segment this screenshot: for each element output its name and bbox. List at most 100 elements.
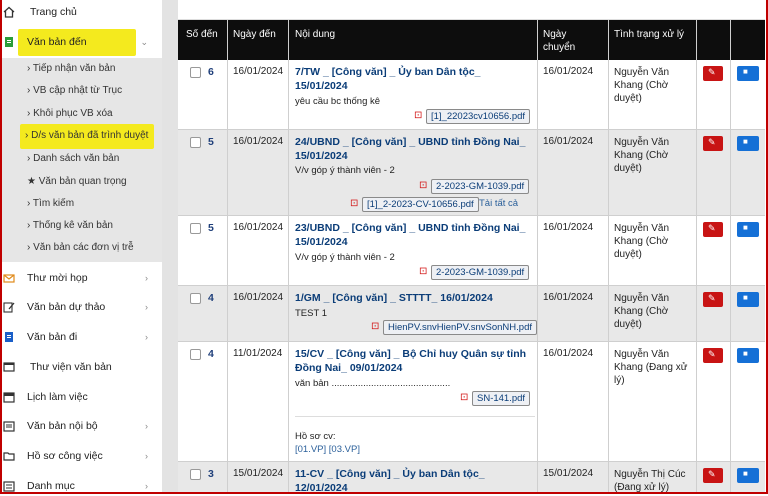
submenu-item-search[interactable]: › Tìm kiếm [27,198,74,209]
row-number: 4 [208,292,214,304]
edit-button[interactable] [703,292,723,307]
submenu-item-important[interactable]: ★ Văn bản quan trọng [27,176,127,187]
sidebar-item-label: Thư mời họp [27,272,88,284]
row-number: 3 [208,468,214,480]
row-title[interactable]: 24/UBND _ [Công văn] _ UBND tỉnh Đồng Na… [295,135,535,163]
table-row[interactable]: 6 16/01/2024 7/TW _ [Công văn] _ Ủy ban … [178,60,765,130]
row-title[interactable]: 7/TW _ [Công văn] _ Ủy ban Dân tộc_ 15/0… [295,65,535,93]
incoming-document-icon [3,36,15,48]
row-transfer-date: 16/01/2024 [543,66,594,77]
row-checkbox[interactable] [190,67,201,78]
pdf-icon [419,180,428,193]
case-file-label: Hồ sơ cv: [295,431,336,442]
header-content[interactable]: Nội dung [295,28,335,41]
table-row[interactable]: 4 11/01/2024 15/CV _ [Công văn] _ Bộ Chỉ… [178,342,765,462]
sidebar-item-drafts[interactable]: Văn bản dự thảo › [0,297,162,317]
submenu-item-stats[interactable]: › Thống kê văn bản [27,220,113,231]
row-number: 6 [208,66,214,78]
row-checkbox[interactable] [190,293,201,304]
print-button[interactable] [737,468,759,483]
table-header: Số đến Ngày đến Nội dung Ngày chuyển Tìn… [178,20,765,60]
header-number[interactable]: Số đến [186,28,218,41]
outgoing-document-icon [3,331,15,343]
envelope-icon [3,272,15,284]
sidebar-item-home[interactable]: Trang chủ [0,2,162,22]
column-separator [696,20,697,494]
table-row[interactable]: 5 16/01/2024 23/UBND _ [Công văn] _ UBND… [178,216,765,286]
row-received-date: 16/01/2024 [233,136,284,147]
row-transfer-date: 16/01/2024 [543,348,594,359]
column-separator [537,20,538,494]
column-separator [730,20,731,494]
list-icon [3,480,15,492]
row-title[interactable]: 15/CV _ [Công văn] _ Bộ Chỉ huy Quân sự … [295,347,535,375]
attachment-link[interactable]: [1]_2-2023-CV-10656.pdf [362,197,479,212]
incoming-submenu: › Tiếp nhận văn bản › VB cập nhật từ Trụ… [0,58,162,262]
header-transfer-date[interactable]: Ngày chuyển [543,28,593,54]
row-title[interactable]: 11-CV _ [Công văn] _ Ủy ban Dân tộc_ 12/… [295,467,535,495]
download-all-link[interactable]: Tải tất cả [479,198,518,209]
table-row[interactable]: 5 16/01/2024 24/UBND _ [Công văn] _ UBND… [178,130,765,216]
pdf-icon [460,392,469,405]
attachment-link[interactable]: SN-141.pdf [472,391,531,406]
sidebar-item-library[interactable]: Thư viện văn bản [0,357,162,377]
chevron-right-icon: › [145,421,148,431]
row-description: yêu cầu bc thống kê [295,96,381,107]
submenu-item-sync[interactable]: › VB cập nhật từ Trục [27,85,122,96]
pencil-icon [3,301,15,313]
sidebar-divider [162,0,178,494]
sidebar-item-meetings[interactable]: Thư mời họp › [0,268,162,288]
home-icon [3,6,15,18]
row-received-date: 16/01/2024 [233,66,284,77]
chevron-right-icon: › [145,451,148,461]
edit-button[interactable] [703,348,723,363]
submenu-item-receive[interactable]: › Tiếp nhận văn bản [27,63,115,74]
row-checkbox[interactable] [190,223,201,234]
edit-button[interactable] [703,136,723,151]
table-row[interactable]: 4 16/01/2024 1/GM _ [Công văn] _ STTTT_ … [178,286,765,342]
chevron-right-icon: › [145,273,148,283]
edit-button[interactable] [703,66,723,81]
sidebar-item-internal[interactable]: Văn bản nội bộ › [0,416,162,436]
edit-button[interactable] [703,468,723,483]
table-row[interactable]: 3 15/01/2024 11-CV _ [Công văn] _ Ủy ban… [178,462,765,494]
header-received-date[interactable]: Ngày đến [233,28,276,41]
chevron-right-icon: › [145,302,148,312]
print-button[interactable] [737,348,759,363]
row-received-date: 11/01/2024 [233,348,283,359]
sidebar-item-categories[interactable]: Danh mục › [0,476,162,496]
sidebar-item-incoming[interactable]: Văn bản đến ⌄ [0,32,162,52]
case-file-links[interactable]: [01.VP] [03.VP] [295,444,360,455]
attachment-link[interactable]: 2-2023-GM-1039.pdf [431,265,530,280]
row-checkbox[interactable] [190,349,201,360]
submenu-item-list[interactable]: › Danh sách văn bản [27,153,119,164]
row-checkbox[interactable] [190,469,201,480]
sidebar: Trang chủ Văn bản đến ⌄ › Tiếp nhận văn … [0,0,162,494]
submenu-item-restore[interactable]: › Khôi phục VB xóa [27,108,113,119]
attachment-link[interactable]: HienPV.snvHienPV.snvSonNH.pdf [383,320,537,335]
sidebar-item-label: Văn bản đến [27,36,87,48]
row-description: TEST 1 [295,308,328,319]
attachment-link[interactable]: 2-2023-GM-1039.pdf [431,179,530,194]
calendar-icon [3,391,15,403]
print-button[interactable] [737,136,759,151]
row-title[interactable]: 23/UBND _ [Công văn] _ UBND tỉnh Đồng Na… [295,221,535,249]
row-checkbox[interactable] [190,137,201,148]
submenu-item-late[interactable]: › Văn bản các đơn vị trễ [27,242,134,253]
library-icon [3,361,15,373]
sidebar-item-calendar[interactable]: Lịch làm việc [0,387,162,407]
pdf-icon [414,110,423,123]
header-status[interactable]: Tình trạng xử lý [614,28,696,41]
row-description: V/v góp ý thành viên - 2 [295,252,395,263]
print-button[interactable] [737,292,759,307]
sidebar-item-work-files[interactable]: Hồ sơ công việc › [0,446,162,466]
top-bar [178,0,765,20]
print-button[interactable] [737,222,759,237]
sidebar-item-label: Trang chủ [30,6,77,18]
print-button[interactable] [737,66,759,81]
sidebar-item-outgoing[interactable]: Văn bản đi › [0,327,162,347]
edit-button[interactable] [703,222,723,237]
row-title[interactable]: 1/GM _ [Công văn] _ STTTT_ 16/01/2024 [295,291,535,305]
attachment-link[interactable]: [1]_22023cv10656.pdf [426,109,531,124]
submenu-item-approved[interactable]: › D/s văn bản đã trình duyệt [25,130,148,141]
